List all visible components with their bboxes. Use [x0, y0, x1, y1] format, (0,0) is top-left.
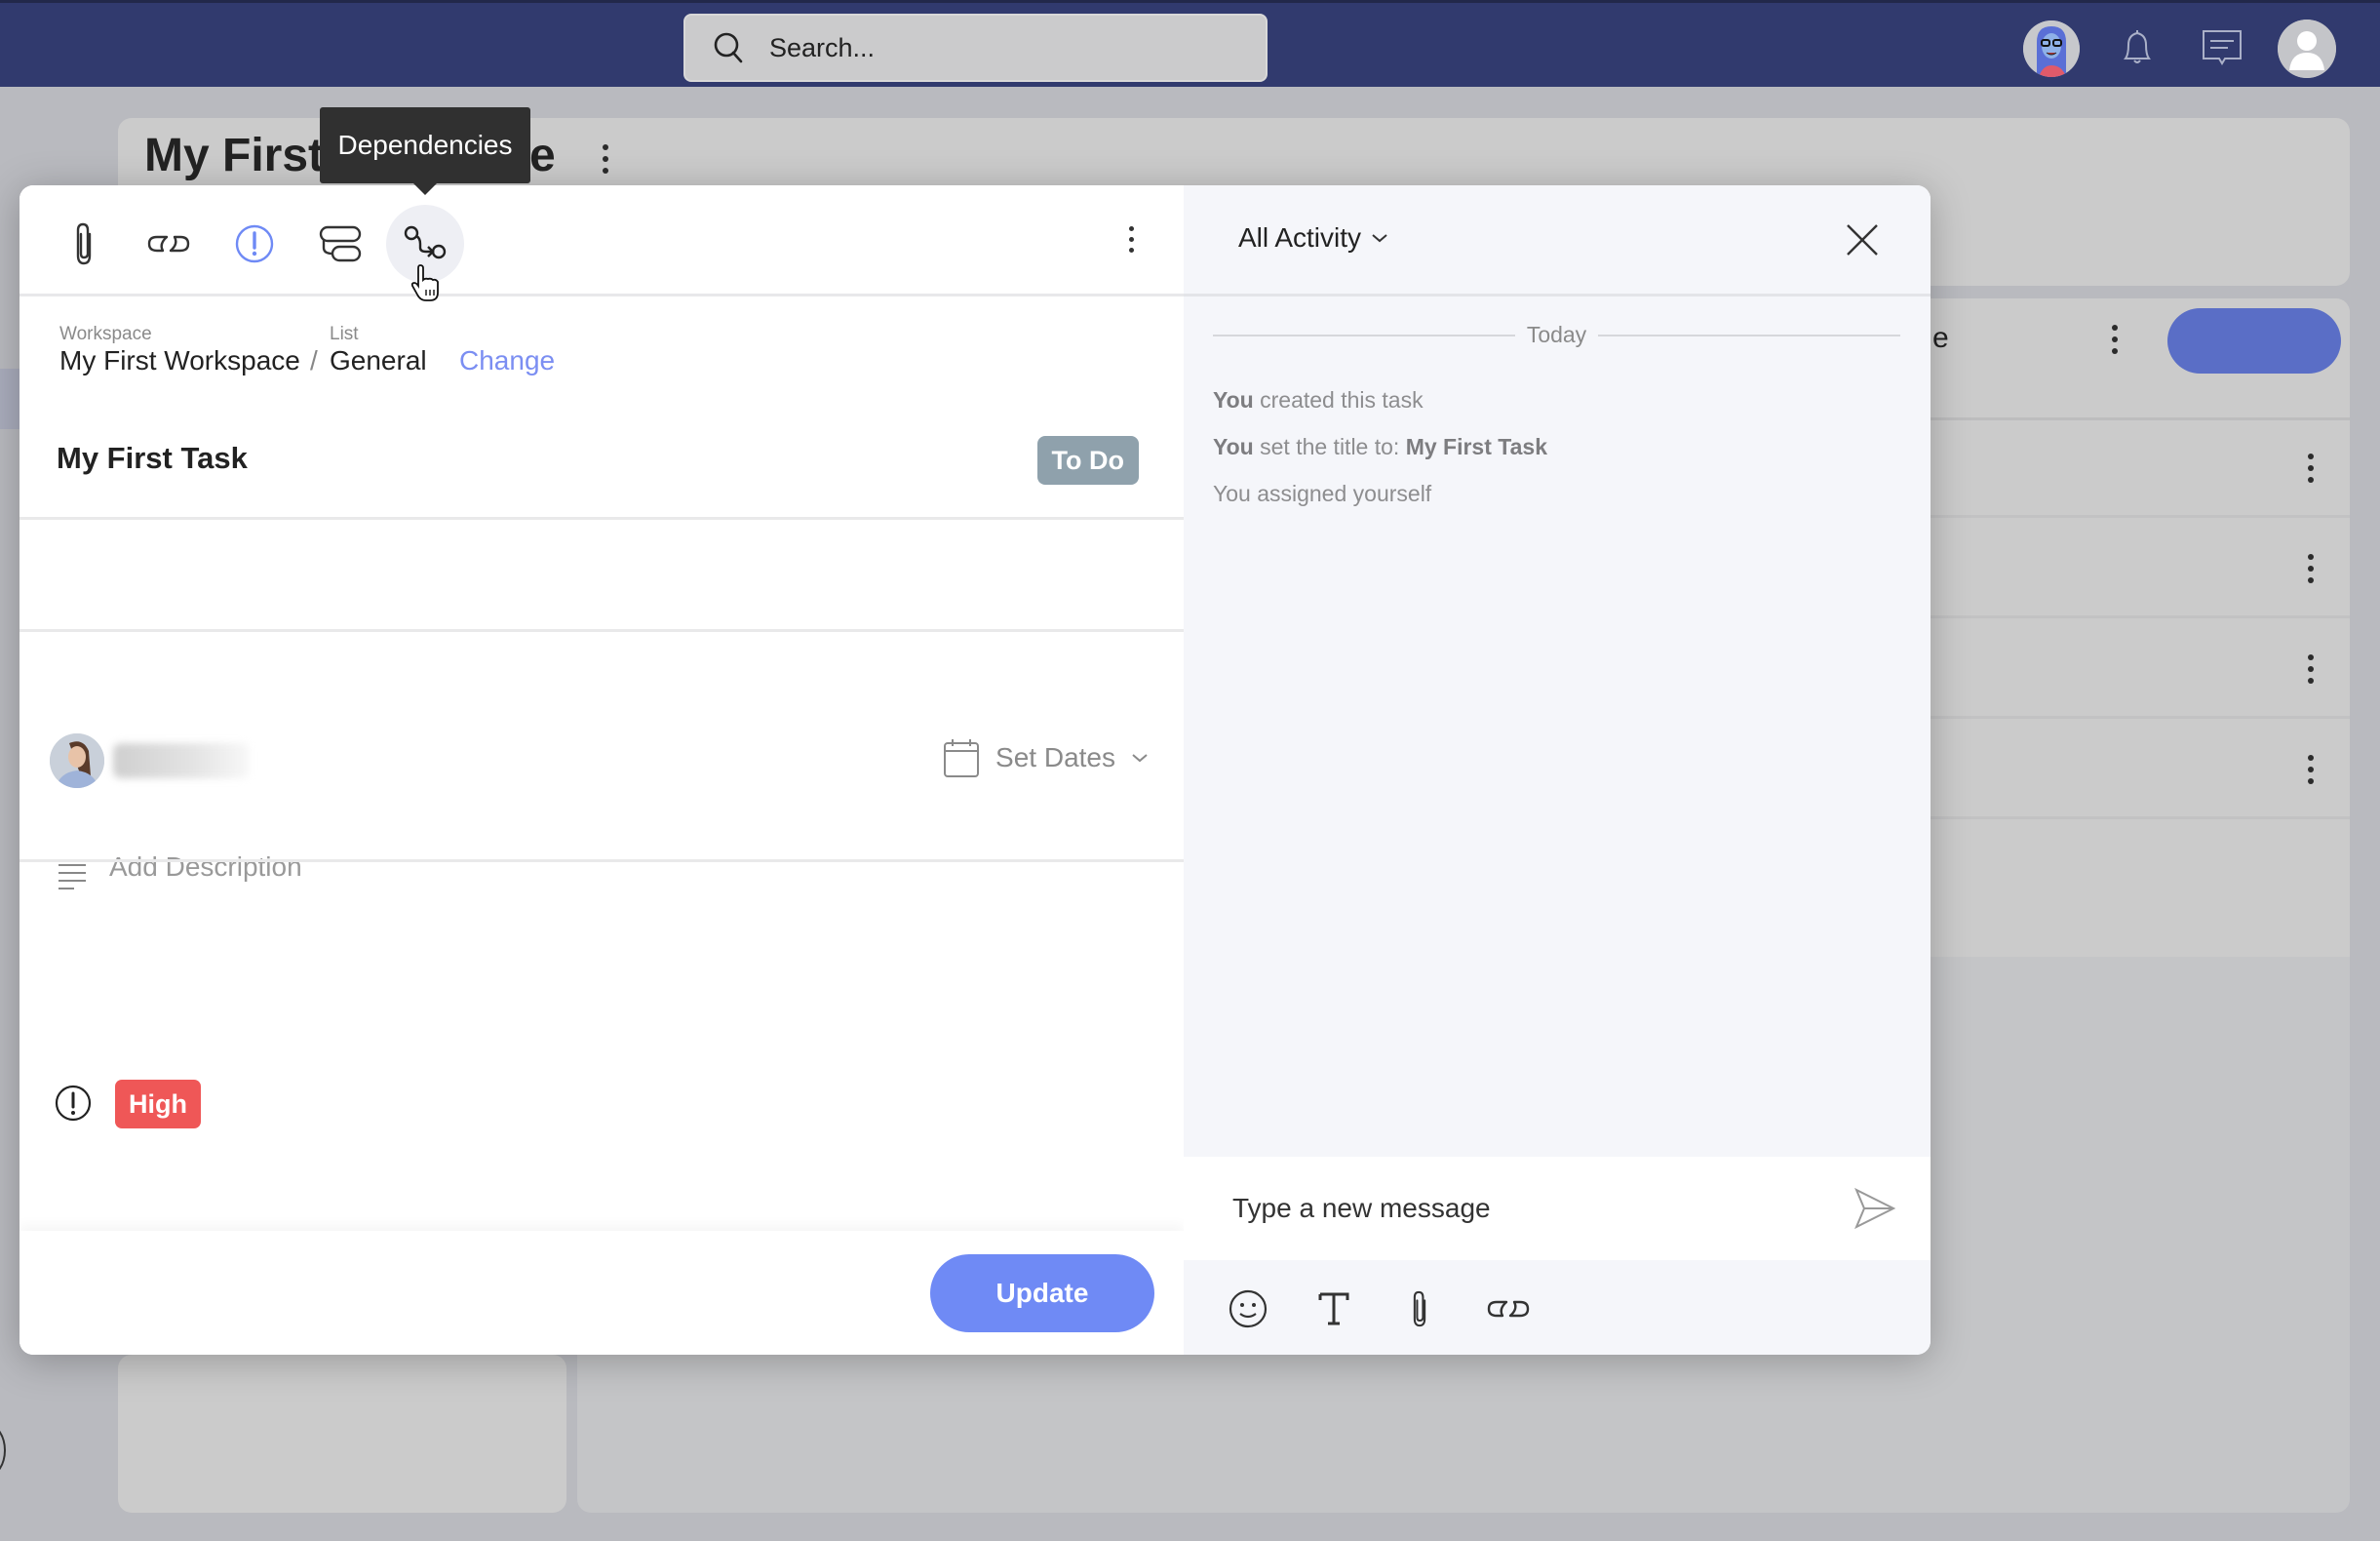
emoji-icon	[1229, 1289, 1268, 1328]
calendar-icon	[944, 739, 980, 777]
background-list-row[interactable]	[1931, 722, 2350, 819]
task-more-options-icon[interactable]	[1121, 226, 1141, 253]
link-icon	[1487, 1300, 1530, 1318]
dependencies-tooltip: Dependencies	[320, 107, 530, 195]
send-icon[interactable]	[1853, 1186, 1897, 1231]
task-footer: Update	[20, 1231, 1184, 1355]
row-menu-icon[interactable]	[2301, 755, 2321, 784]
profile-avatar-icon[interactable]	[2278, 20, 2336, 78]
user-avatar-illustration[interactable]	[2023, 20, 2080, 77]
list-label: List	[330, 324, 359, 344]
background-sidebar-selected	[0, 369, 20, 429]
activity-entry: You assigned yourself	[1213, 481, 1432, 506]
workspace-label: Workspace	[59, 324, 152, 344]
background-primary-button[interactable]	[2167, 308, 2341, 374]
background-page-title-end: e	[529, 130, 556, 181]
background-circle-icon	[0, 1424, 6, 1477]
chevron-down-icon	[1372, 234, 1387, 243]
background-list-row[interactable]	[1931, 621, 2350, 719]
set-dates-label: Set Dates	[995, 742, 1115, 772]
subtasks-button[interactable]	[305, 209, 375, 279]
activity-pane: All Activity Today You created this task…	[1184, 185, 1931, 1355]
message-input[interactable]	[1232, 1186, 1798, 1231]
workspace-value: My First Workspace	[59, 345, 300, 375]
breadcrumb-separator: /	[310, 345, 318, 375]
background-list-menu-icon[interactable]	[2105, 325, 2125, 354]
activity-entry: You created this task	[1213, 387, 1424, 413]
activity-header: All Activity	[1184, 185, 1931, 296]
hand-cursor-icon	[410, 264, 439, 301]
top-navigation-bar: Search...	[0, 0, 2380, 87]
paperclip-icon	[1413, 1290, 1426, 1327]
change-location-link[interactable]: Change	[459, 345, 555, 376]
description-lines-icon	[59, 864, 86, 889]
search-placeholder: Search...	[769, 32, 876, 62]
text-format-icon	[1318, 1292, 1349, 1325]
search-icon	[709, 28, 748, 67]
task-detail-pane: Workspace My First Workspace / List Gene…	[20, 185, 1184, 1355]
subtasks-icon	[319, 225, 362, 262]
description-input[interactable]: Add Description	[109, 851, 302, 883]
row-menu-icon[interactable]	[2301, 654, 2321, 684]
task-toolbar	[20, 185, 1184, 296]
chevron-down-icon	[1132, 754, 1148, 763]
search-box[interactable]: Search...	[683, 14, 1268, 82]
dependencies-icon	[404, 225, 447, 259]
attachment-button[interactable]	[49, 209, 119, 279]
activity-filter-label: All Activity	[1238, 222, 1362, 253]
close-icon[interactable]	[1843, 220, 1882, 259]
composer-link-button[interactable]	[1481, 1285, 1536, 1332]
background-list-row[interactable]	[1931, 420, 2350, 518]
set-dates-button[interactable]: Set Dates	[943, 737, 1149, 778]
priority-icon	[55, 1085, 92, 1122]
task-detail-modal: Workspace My First Workspace / List Gene…	[20, 185, 1931, 1355]
background-list-row[interactable]	[1931, 521, 2350, 618]
date-group-separator: Today	[1213, 322, 1900, 348]
activity-entry: You set the title to: My First Task	[1213, 434, 1547, 459]
chat-icon[interactable]	[2194, 20, 2250, 77]
activity-filter-dropdown[interactable]: All Activity	[1238, 222, 1388, 254]
message-composer	[1184, 1157, 1931, 1260]
divider	[20, 517, 1184, 520]
status-badge[interactable]: To Do	[1036, 436, 1139, 485]
background-page-title: My First	[144, 130, 325, 181]
date-group-label: Today	[1526, 322, 1587, 347]
composer-toolbar	[1184, 1260, 1931, 1355]
priority-button[interactable]	[219, 209, 290, 279]
bell-icon[interactable]	[2109, 20, 2165, 77]
text-format-button[interactable]	[1310, 1285, 1357, 1332]
assignee-avatar[interactable]	[50, 733, 104, 788]
row-menu-icon[interactable]	[2301, 554, 2321, 583]
task-title[interactable]: My First Task	[57, 441, 248, 476]
composer-attachment-button[interactable]	[1396, 1285, 1443, 1332]
link-button[interactable]	[134, 209, 204, 279]
list-value: General	[330, 345, 427, 375]
emoji-button[interactable]	[1225, 1285, 1271, 1332]
paperclip-icon	[76, 222, 92, 265]
divider	[20, 859, 1184, 862]
link-icon	[147, 235, 190, 253]
background-title-menu-icon[interactable]	[596, 144, 615, 174]
update-button[interactable]: Update	[930, 1254, 1154, 1332]
background-list-header-text: e	[1932, 322, 1949, 354]
divider	[20, 629, 1184, 632]
priority-alert-icon	[235, 224, 274, 263]
background-left-column	[118, 1355, 566, 1513]
row-menu-icon[interactable]	[2301, 454, 2321, 483]
priority-badge[interactable]: High	[115, 1080, 201, 1128]
assignee-name-blurred[interactable]	[113, 743, 250, 778]
